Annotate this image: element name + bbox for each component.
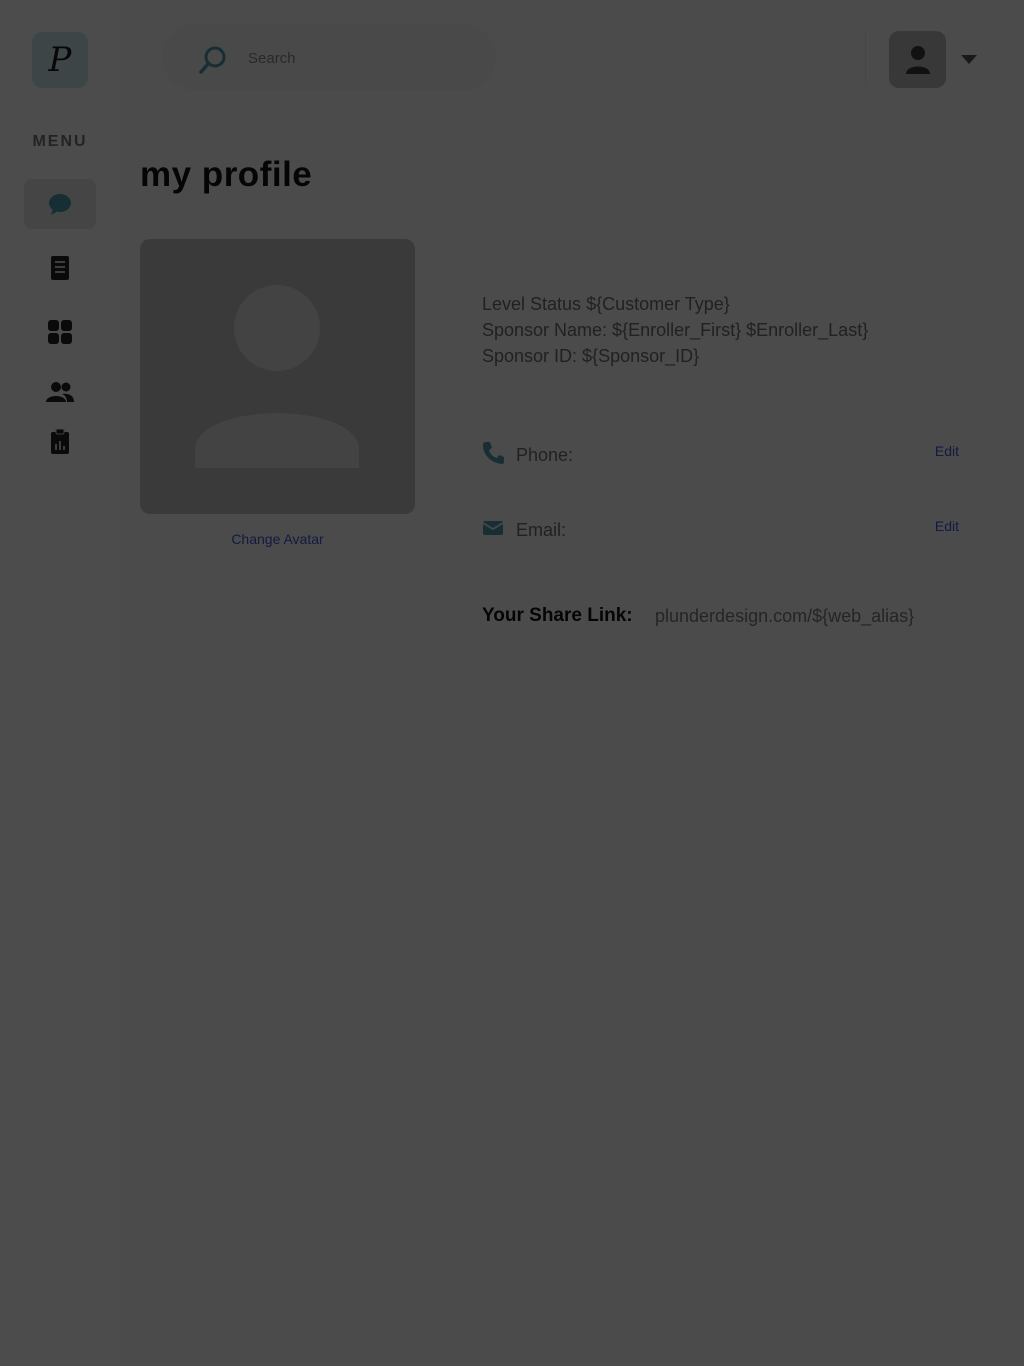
sidebar: P MENU bbox=[0, 0, 120, 1366]
level-status: Level Status ${Customer Type} bbox=[482, 294, 730, 314]
chat-bubble-icon bbox=[49, 194, 71, 215]
sidebar-item-reports[interactable] bbox=[24, 417, 96, 467]
page-title: my profile bbox=[140, 155, 313, 194]
email-row: Email: Edit bbox=[482, 516, 962, 546]
search-bar[interactable] bbox=[162, 24, 496, 90]
sidebar-item-dashboard[interactable] bbox=[24, 307, 96, 357]
brand-logo[interactable]: P bbox=[32, 32, 88, 88]
edit-phone-link[interactable]: Edit bbox=[935, 443, 959, 459]
phone-icon bbox=[483, 442, 504, 464]
share-link-url[interactable]: plunderdesign.com/${web_alias} bbox=[655, 606, 914, 627]
email-label: Email: bbox=[516, 520, 567, 540]
change-avatar-link[interactable]: Change Avatar bbox=[140, 531, 415, 547]
share-link-label: Your Share Link: bbox=[482, 605, 633, 626]
header-divider bbox=[865, 30, 866, 86]
sponsor-id: Sponsor ID: ${Sponsor_ID} bbox=[482, 346, 700, 366]
envelope-icon bbox=[482, 521, 504, 535]
chevron-down-icon[interactable] bbox=[961, 55, 977, 64]
grid-icon bbox=[48, 320, 72, 344]
avatar-placeholder-icon bbox=[195, 285, 359, 468]
sidebar-item-messages[interactable] bbox=[24, 179, 96, 229]
user-menu-button[interactable] bbox=[889, 31, 946, 88]
profile-avatar bbox=[140, 239, 415, 514]
user-icon bbox=[905, 45, 930, 74]
logo-glyph: P bbox=[48, 40, 72, 80]
users-icon bbox=[46, 382, 74, 402]
clipboard-icon bbox=[51, 429, 69, 454]
search-icon bbox=[199, 46, 226, 74]
sidebar-item-documents[interactable] bbox=[24, 243, 96, 293]
sponsor-name: Sponsor Name: ${Enroller_First} $Enrolle… bbox=[482, 320, 869, 340]
modal-backdrop bbox=[0, 0, 1024, 1366]
search-input[interactable] bbox=[248, 46, 478, 70]
edit-email-link[interactable]: Edit bbox=[935, 518, 959, 534]
document-icon bbox=[51, 256, 69, 280]
menu-label: MENU bbox=[32, 133, 88, 150]
phone-row: Phone: Edit bbox=[482, 441, 962, 471]
phone-label: Phone: bbox=[516, 445, 574, 465]
sidebar-item-team[interactable] bbox=[24, 367, 96, 417]
